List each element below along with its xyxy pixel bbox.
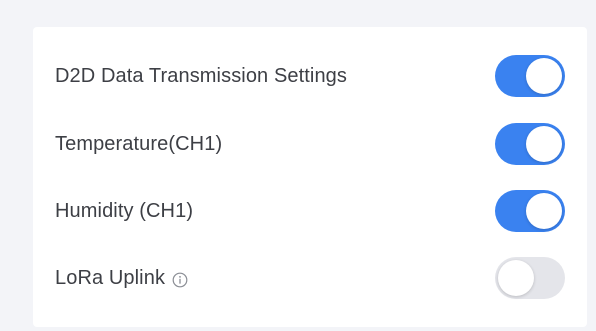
setting-row-humidity-ch1: Humidity (CH1)	[33, 176, 587, 246]
setting-label: LoRa Uplink	[55, 267, 188, 290]
toggle-knob	[498, 260, 534, 296]
setting-label-text: Humidity (CH1)	[55, 199, 194, 222]
lora-uplink-toggle[interactable]	[495, 257, 565, 299]
settings-card: D2D Data Transmission Settings Temperatu…	[33, 27, 587, 327]
setting-label-text: D2D Data Transmission Settings	[55, 64, 348, 87]
info-circle-icon[interactable]	[172, 271, 188, 287]
temperature-ch1-toggle[interactable]	[495, 123, 565, 165]
toggle-knob	[526, 126, 562, 162]
setting-label: D2D Data Transmission Settings	[55, 65, 347, 88]
setting-label: Humidity (CH1)	[55, 200, 193, 223]
setting-label-text: LoRa Uplink	[55, 266, 166, 289]
toggle-knob	[526, 58, 562, 94]
setting-label: Temperature(CH1)	[55, 133, 222, 156]
humidity-ch1-toggle[interactable]	[495, 190, 565, 232]
d2d-data-transmission-toggle[interactable]	[495, 55, 565, 97]
setting-row-d2d-data-transmission: D2D Data Transmission Settings	[33, 41, 587, 111]
setting-row-temperature-ch1: Temperature(CH1)	[33, 109, 587, 179]
toggle-knob	[526, 193, 562, 229]
setting-row-lora-uplink: LoRa Uplink	[33, 243, 587, 313]
setting-label-text: Temperature(CH1)	[55, 132, 223, 155]
